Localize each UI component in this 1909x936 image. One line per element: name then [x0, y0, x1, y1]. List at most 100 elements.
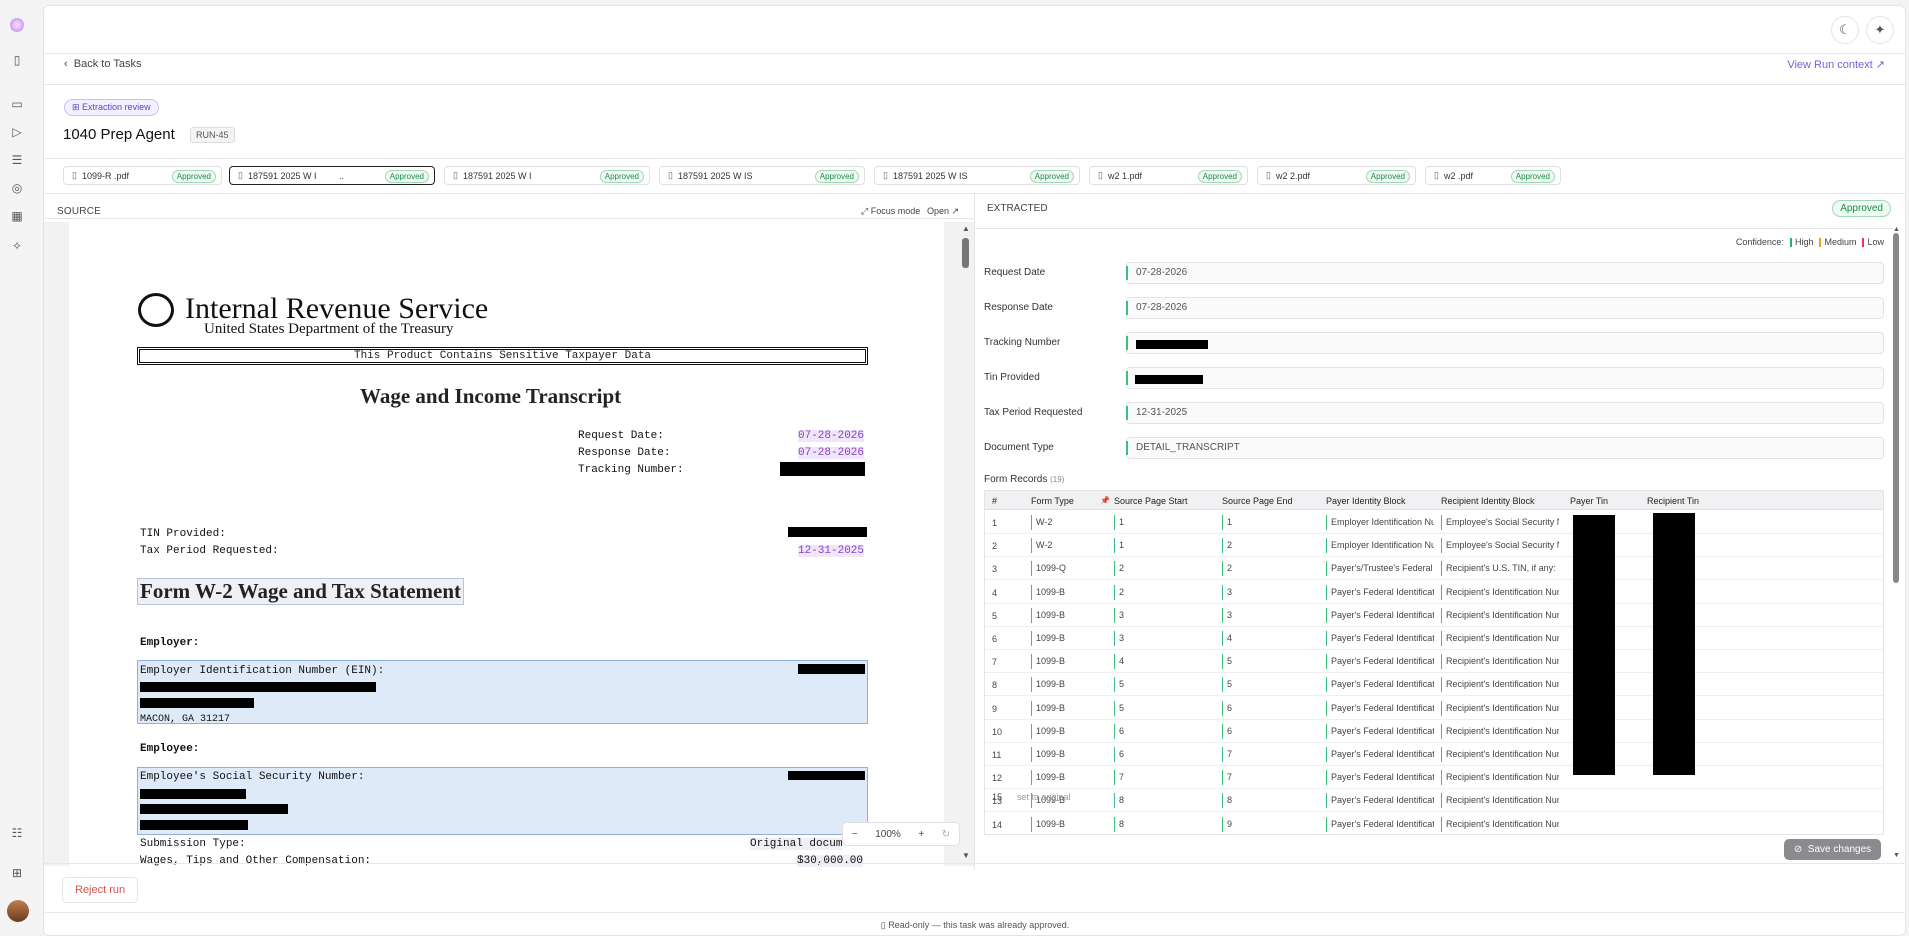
scroll-down-icon[interactable]: ▼ [962, 851, 970, 860]
table-cell[interactable]: Employer Identification Numb [1326, 515, 1434, 530]
table-cell[interactable]: Payer's Federal Identification [1326, 723, 1434, 739]
tab-doc-5[interactable]: ▯ 187591 2025 W IS Approved [874, 166, 1080, 185]
tab-doc-2[interactable]: ▯ 187591 2025 W I .. Approved [229, 166, 435, 185]
col-header[interactable]: Source Page Start [1114, 496, 1188, 506]
sparkle-icon[interactable]: ✧ [9, 238, 25, 254]
table-cell[interactable]: Recipient's Identification Number [1441, 607, 1559, 623]
table-cell[interactable]: 4 [1114, 654, 1214, 670]
table-cell[interactable]: 1099-B [1031, 700, 1106, 716]
moon-icon[interactable]: ☾ [1831, 16, 1859, 44]
col-header[interactable]: Payer Identity Block [1326, 496, 1406, 506]
table-cell[interactable]: Payer's Federal Identification [1326, 607, 1434, 623]
table-cell[interactable]: 5 [1222, 677, 1318, 693]
table-cell[interactable]: Employee's Social Security Numb [1441, 538, 1559, 554]
checklist-icon[interactable]: ☷ [9, 825, 25, 841]
table-cell[interactable]: Recipient's Identification Number [1441, 816, 1559, 832]
field-input[interactable]: 07-28-2026 [1126, 297, 1884, 319]
table-cell[interactable]: 2 [1222, 538, 1318, 554]
table-cell[interactable]: 3 [1222, 607, 1318, 623]
extracted-scrollbar[interactable] [1893, 233, 1899, 583]
col-header[interactable]: Source Page End [1222, 496, 1293, 506]
table-cell[interactable]: 1099-Q [1031, 561, 1106, 577]
table-cell[interactable]: 6 [1222, 723, 1318, 739]
table-cell[interactable]: Payer's Federal Identification [1326, 654, 1434, 670]
focus-mode-button[interactable]: ⤢ Focus mode [861, 206, 920, 217]
table-cell[interactable]: Recipient's Identification Number [1441, 770, 1559, 786]
table-cell[interactable]: Recipient's Identification Number [1441, 631, 1559, 646]
table-cell[interactable]: 1099-B [1031, 816, 1106, 832]
table-cell[interactable]: Recipient's Identification Number [1441, 747, 1559, 762]
table-cell[interactable]: W-2 [1031, 538, 1106, 554]
table-cell[interactable]: Payer's Federal Identification [1326, 816, 1434, 832]
table-cell[interactable]: 1099-B [1031, 677, 1106, 693]
tab-doc-6[interactable]: ▯ w2 1.pdf Approved [1089, 166, 1248, 185]
table-cell[interactable]: 1099-B [1031, 747, 1106, 762]
avatar[interactable] [7, 900, 29, 922]
table-cell[interactable]: Recipient's Identification Number [1441, 654, 1559, 670]
table-cell[interactable]: Payer's Federal Identification [1326, 747, 1434, 762]
field-input[interactable]: 12-31-2025 [1126, 402, 1884, 424]
database-icon[interactable]: ◎ [9, 180, 25, 196]
reject-run-button[interactable]: Reject run [62, 877, 139, 903]
view-run-context-link[interactable]: View Run context ↗ [1787, 58, 1885, 71]
table-cell[interactable]: 2 [1222, 561, 1318, 577]
table-cell[interactable]: 7 [1222, 770, 1318, 786]
table-cell[interactable]: 3 [1222, 584, 1318, 600]
scroll-down-icon[interactable]: ▼ [1893, 852, 1900, 859]
play-icon[interactable]: ▷ [9, 124, 25, 140]
table-cell[interactable]: 1 [1114, 515, 1214, 530]
table-cell[interactable]: W-2 [1031, 515, 1106, 530]
table-cell[interactable]: 8 [1114, 816, 1214, 832]
table-cell[interactable]: 1099-B [1031, 607, 1106, 623]
zoom-out-icon[interactable]: − [852, 829, 858, 840]
reset-to-original-link[interactable]: set to original [1017, 792, 1071, 802]
tasks-icon[interactable]: ☰ [9, 152, 25, 168]
table-cell[interactable]: 1099-B [1031, 584, 1106, 600]
table-cell[interactable]: Recipient's Identification Number [1441, 723, 1559, 739]
field-input[interactable]: DETAIL_TRANSCRIPT [1126, 437, 1884, 459]
table-cell[interactable]: 2 [1114, 561, 1214, 577]
table-cell[interactable]: Recipient's Identification Number [1441, 584, 1559, 600]
book-icon[interactable]: ▭ [9, 96, 25, 112]
table-cell[interactable]: 6 [1114, 747, 1214, 762]
table-cell[interactable]: Payer's Federal Identification [1326, 584, 1434, 600]
table-cell[interactable]: Recipient's Identification Number [1441, 700, 1559, 716]
table-cell[interactable]: 5 [1114, 700, 1214, 716]
table-cell[interactable]: 7 [1114, 770, 1214, 786]
table-cell[interactable]: 6 [1114, 723, 1214, 739]
table-cell[interactable]: Recipient's U.S. TIN, if any: [1441, 561, 1559, 577]
table-cell[interactable]: 6 [1222, 700, 1318, 716]
table-cell[interactable]: 1099-B [1031, 723, 1106, 739]
field-input[interactable]: 07-28-2026 [1126, 262, 1884, 284]
col-header[interactable]: Recipient Tin [1647, 496, 1699, 506]
table-cell[interactable]: Payer's/Trustee's Federal ID N [1326, 561, 1434, 577]
source-scrollbar[interactable] [962, 238, 969, 268]
feedback-icon[interactable]: ⊞ [9, 865, 25, 881]
tab-doc-7[interactable]: ▯ w2 2.pdf Approved [1257, 166, 1416, 185]
sidebar-toggle-icon[interactable]: ▯ [9, 52, 25, 68]
table-cell[interactable]: 2 [1114, 584, 1214, 600]
table-cell[interactable]: 3 [1114, 607, 1214, 623]
reset-zoom-icon[interactable]: ↻ [942, 829, 950, 840]
table-cell[interactable]: 3 [1114, 631, 1214, 646]
table-cell[interactable]: 1099-B [1031, 770, 1106, 786]
table-cell[interactable]: Payer's Federal Identification [1326, 677, 1434, 693]
pin-icon[interactable]: 📌 [1100, 496, 1110, 505]
tab-doc-3[interactable]: ▯ 187591 2025 W I Approved [444, 166, 650, 185]
table-cell[interactable]: 1099-B [1031, 654, 1106, 670]
tab-doc-4[interactable]: ▯ 187591 2025 W IS Approved [659, 166, 865, 185]
col-header[interactable]: Payer Tin [1570, 496, 1608, 506]
col-header[interactable]: Form Type [1031, 496, 1074, 506]
table-icon[interactable]: ▦ [9, 208, 25, 224]
scroll-up-icon[interactable]: ▲ [1893, 226, 1900, 233]
tab-doc-8[interactable]: ▯ w2 .pdf Approved [1425, 166, 1561, 185]
table-cell[interactable]: 1 [1222, 515, 1318, 530]
table-cell[interactable]: 1 [1114, 538, 1214, 554]
table-cell[interactable]: 9 [1222, 816, 1318, 832]
table-cell[interactable]: 1099-B [1031, 631, 1106, 646]
table-cell[interactable]: Employee's Social Security Numb [1441, 515, 1559, 530]
table-cell[interactable]: 5 [1222, 654, 1318, 670]
table-cell[interactable]: Recipient's Identification Number [1441, 677, 1559, 693]
table-cell[interactable]: Payer's Federal Identification [1326, 770, 1434, 786]
col-header[interactable]: Recipient Identity Block [1441, 496, 1535, 506]
